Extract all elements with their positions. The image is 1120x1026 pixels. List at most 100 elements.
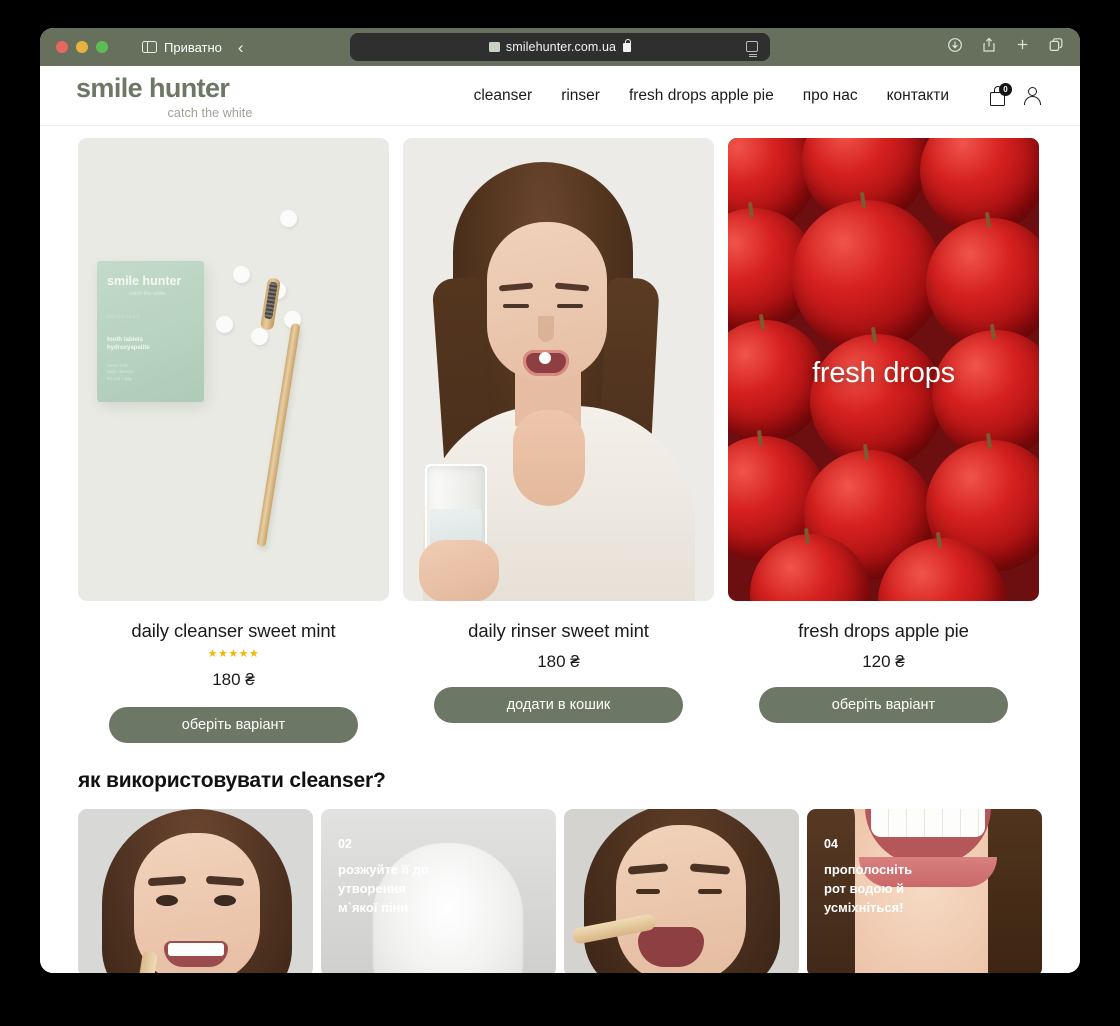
tablet-shape xyxy=(280,210,297,227)
product-image-fresh-drops[interactable]: fresh drops xyxy=(728,138,1039,601)
nav-item-cleanser[interactable]: cleanser xyxy=(474,87,533,105)
user-body-shape xyxy=(1024,95,1041,105)
mouth-shape xyxy=(638,927,704,967)
url-text: smilehunter.com.ua xyxy=(505,40,617,54)
apple-shape xyxy=(926,218,1039,348)
hand-shape xyxy=(419,540,499,601)
product-image-cleanser[interactable]: smile hunter catch the white dose 0 1 2 … xyxy=(78,138,389,601)
product-card: fresh drops fresh drops apple pie 120 ₴ … xyxy=(728,138,1039,743)
step-description: розжуйте її до утворення м`якої піни xyxy=(338,862,429,915)
back-button[interactable]: ‹ xyxy=(238,39,244,56)
private-browsing-indicator[interactable]: Приватно xyxy=(142,40,222,55)
header-icons: 0 xyxy=(990,83,1042,106)
box-tagline-text: catch the white xyxy=(129,290,166,297)
step-card[interactable]: 04 прополосніть рот водою й усміхніться! xyxy=(807,809,1042,973)
product-price: 180 ₴ xyxy=(212,670,255,689)
private-label: Приватно xyxy=(164,39,222,55)
cart-count-badge: 0 xyxy=(999,83,1012,96)
page-content: smile hunter catch the white cleanser ri… xyxy=(40,66,1080,973)
product-box-graphic: smile hunter catch the white dose 0 1 2 … xyxy=(97,261,204,402)
product-card: daily rinser sweet mint 180 ₴ додати в к… xyxy=(403,138,714,743)
rinser-artwork xyxy=(403,138,714,601)
toolbar-actions xyxy=(947,28,1064,66)
box-dose-text: dose 0 1 2 3 4 5 xyxy=(107,313,140,319)
nav-item-about[interactable]: про нас xyxy=(803,87,858,105)
window-controls[interactable] xyxy=(56,41,108,53)
box-subtext: sweet mint daily cleanser 60 pcs / 30g xyxy=(107,362,135,382)
share-icon[interactable] xyxy=(981,37,997,58)
mouth-shape xyxy=(164,941,228,967)
brand-logo[interactable]: smile hunter catch the white xyxy=(76,71,376,121)
toothbrush-handle-shape xyxy=(256,322,301,548)
sidebar-icon[interactable] xyxy=(142,41,157,53)
eye-shape xyxy=(214,895,236,906)
step-card[interactable] xyxy=(78,809,313,973)
tablet-shape xyxy=(233,266,250,283)
apple-shape xyxy=(932,330,1039,458)
step-number: 02 xyxy=(338,837,352,851)
close-window-button[interactable] xyxy=(56,41,68,53)
product-rating-stars: ★★★★★ xyxy=(207,648,260,660)
section-heading: як використовувати cleanser? xyxy=(78,769,386,792)
nav-item-rinser[interactable]: rinser xyxy=(561,87,600,105)
product-card: smile hunter catch the white dose 0 1 2 … xyxy=(78,138,389,743)
tablet-shape xyxy=(251,328,268,345)
eye-shape xyxy=(503,304,529,308)
eye-shape xyxy=(636,889,660,894)
site-favicon-icon xyxy=(488,42,500,52)
logo-tagline: catch the white xyxy=(167,106,253,120)
add-to-cart-button[interactable]: додати в кошик xyxy=(434,687,683,723)
account-icon[interactable] xyxy=(1023,86,1042,106)
step-text-block: 02 розжуйте її до утворення м`якої піни xyxy=(338,837,429,918)
teeth-shape xyxy=(871,809,985,837)
product-grid: smile hunter catch the white dose 0 1 2 … xyxy=(40,126,1080,743)
download-icon[interactable] xyxy=(947,37,963,58)
select-variant-button[interactable]: оберіть варіант xyxy=(109,707,358,743)
eye-shape xyxy=(156,895,178,906)
chest-shape xyxy=(513,410,585,506)
lock-icon xyxy=(623,38,632,52)
site-header: smile hunter catch the white cleanser ri… xyxy=(40,66,1080,126)
steps-row: 02 розжуйте її до утворення м`якої піни xyxy=(78,809,1042,973)
step-description: прополосніть рот водою й усміхніться! xyxy=(824,862,913,915)
cart-icon[interactable]: 0 xyxy=(990,83,1012,106)
box-logo-text: smile hunter xyxy=(107,274,182,288)
maximize-window-button[interactable] xyxy=(96,41,108,53)
browser-toolbar: Приватно ‹ smilehunter.com.ua xyxy=(40,28,1080,66)
fresh-drops-overlay-label: fresh drops xyxy=(812,357,955,389)
product-price: 120 ₴ xyxy=(862,652,905,671)
tablet-shape xyxy=(216,316,233,333)
logo-text: smile hunter xyxy=(76,73,230,103)
tablet-shape xyxy=(539,352,551,364)
select-variant-button[interactable]: оберіть варіант xyxy=(759,687,1008,723)
product-title: daily rinser sweet mint xyxy=(468,620,649,641)
step-card[interactable]: 02 розжуйте її до утворення м`якої піни xyxy=(321,809,556,973)
eye-shape xyxy=(557,304,583,308)
cleanser-artwork: smile hunter catch the white dose 0 1 2 … xyxy=(78,138,389,601)
step-card[interactable] xyxy=(564,809,799,973)
product-price: 180 ₴ xyxy=(537,652,580,671)
box-product-name: tooth tablets hydroxyapatite xyxy=(107,336,150,351)
apple-shape xyxy=(792,200,942,352)
apples-artwork: fresh drops xyxy=(728,138,1039,601)
main-navigation: cleanser rinser fresh drops apple pie пр… xyxy=(376,83,1042,106)
product-title: daily cleanser sweet mint xyxy=(131,620,336,641)
step-number: 04 xyxy=(824,837,838,851)
reader-view-icon[interactable] xyxy=(746,41,758,55)
nav-item-contacts[interactable]: контакти xyxy=(887,87,949,105)
new-tab-icon[interactable] xyxy=(1015,37,1030,57)
address-bar[interactable]: smilehunter.com.ua xyxy=(350,33,770,61)
step-text-block: 04 прополосніть рот водою й усміхніться! xyxy=(824,837,912,918)
browser-window: Приватно ‹ smilehunter.com.ua smile hunt… xyxy=(40,28,1080,973)
how-to-use-section: як використовувати cleanser? 02 розжуйте… xyxy=(40,743,1080,973)
tab-overview-icon[interactable] xyxy=(1048,37,1064,58)
nav-item-fresh-drops[interactable]: fresh drops apple pie xyxy=(629,87,774,105)
user-head-shape xyxy=(1028,86,1037,96)
teeth-shape xyxy=(168,943,224,956)
hair-shape xyxy=(988,809,1042,973)
product-image-rinser[interactable] xyxy=(403,138,714,601)
nose-shape xyxy=(538,316,554,342)
product-title: fresh drops apple pie xyxy=(798,620,969,641)
minimize-window-button[interactable] xyxy=(76,41,88,53)
apple-shape xyxy=(810,334,944,468)
